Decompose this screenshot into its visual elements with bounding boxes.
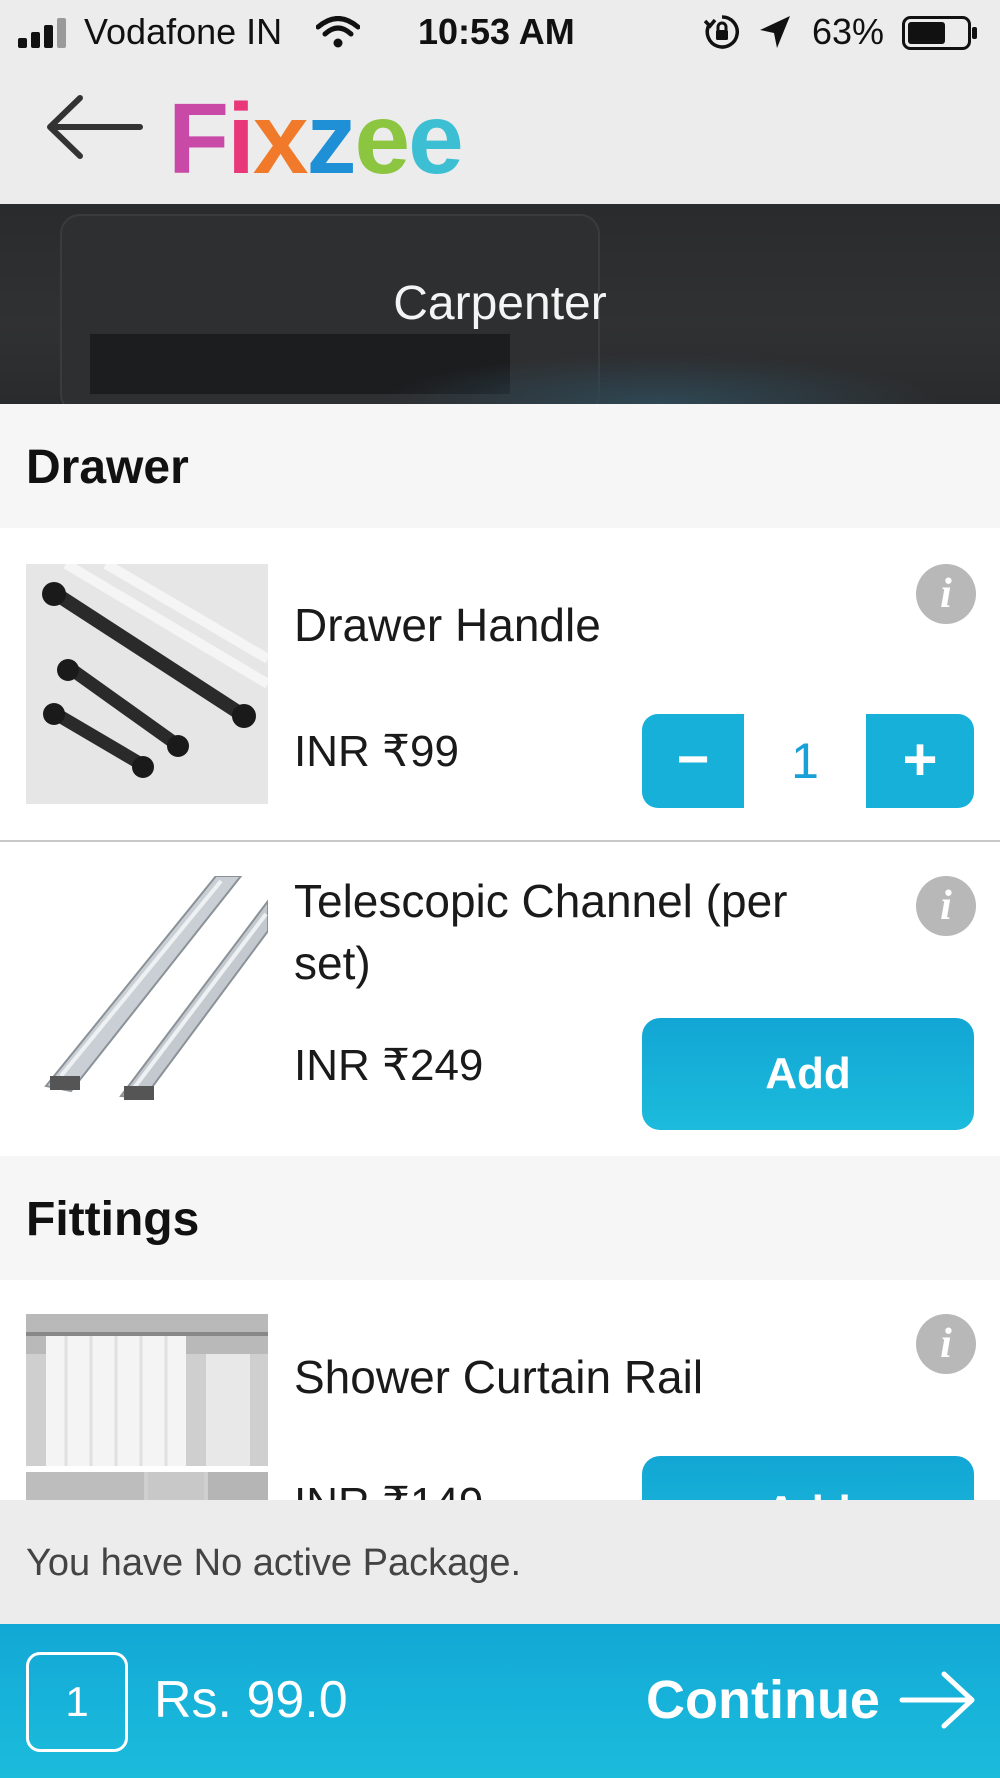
logo-letter: i [227, 83, 255, 195]
increment-button[interactable]: + [866, 714, 974, 808]
carrier-name: Vodafone IN [84, 11, 283, 52]
logo-letter: e [408, 83, 464, 195]
section-header-fittings: Fittings [0, 1156, 1000, 1280]
back-arrow-icon[interactable] [44, 92, 144, 162]
wifi-icon [316, 16, 360, 48]
section-title: Drawer [26, 441, 189, 494]
location-arrow-icon [760, 16, 790, 48]
app-header: Fixzee [0, 64, 1000, 204]
logo-letter: F [168, 83, 229, 195]
clock: 10:53 AM [418, 11, 575, 52]
add-button[interactable]: Add [642, 1018, 974, 1130]
logo-letter: z [306, 83, 357, 195]
product-item-telescopic-channel: Telescopic Channel (per set) INR ₹249 i … [0, 842, 1000, 1158]
quantity-stepper: − 1 + [642, 714, 974, 808]
quantity-value: 1 [744, 714, 866, 808]
product-price: INR ₹99 [294, 727, 459, 776]
fixzee-logo: Fixzee [168, 83, 464, 195]
battery-icon [902, 16, 977, 50]
product-price: INR ₹149 [294, 1476, 483, 1500]
cart-item-count: 1 [26, 1652, 128, 1752]
arrow-right-icon[interactable] [898, 1668, 978, 1732]
section-title: Fittings [26, 1193, 200, 1246]
category-banner: Carpenter [0, 204, 1000, 404]
product-image-shower-curtain-rail [26, 1314, 268, 1500]
rotation-lock-icon [704, 15, 739, 49]
logo-letter: e [354, 83, 411, 195]
product-price: INR ₹249 [294, 1041, 484, 1090]
section-header-drawer: Drawer [0, 404, 1000, 528]
info-icon[interactable]: i [916, 876, 976, 936]
product-image-drawer-handle [26, 564, 268, 804]
product-item-drawer-handle: Drawer Handle INR ₹99 i − 1 + [0, 528, 1000, 840]
package-notice: You have No active Package. [26, 1542, 522, 1584]
cart-total: Rs. 99.0 [154, 1671, 348, 1729]
product-image-telescopic-channel [26, 876, 268, 1116]
battery-percentage: 63% [812, 11, 885, 52]
product-item-shower-curtain-rail: Shower Curtain Rail INR ₹149 i Add [0, 1280, 1000, 1500]
logo-letter: x [252, 83, 309, 195]
checkout-bar[interactable]: 1 Rs. 99.0 Continue [0, 1624, 1000, 1778]
signal-icon [18, 16, 70, 48]
package-notice-bar: You have No active Package. [0, 1500, 1000, 1624]
info-icon[interactable]: i [916, 1314, 976, 1374]
status-bar: Vodafone IN 10:53 AM 63% [0, 0, 1000, 64]
continue-button[interactable]: Continue [646, 1670, 880, 1730]
decrement-button[interactable]: − [642, 714, 744, 808]
add-button[interactable]: Add [642, 1456, 974, 1500]
product-name: Shower Curtain Rail [294, 1351, 704, 1403]
product-name: Telescopic Channel (per set) [294, 875, 788, 989]
info-icon[interactable]: i [916, 564, 976, 624]
product-name: Drawer Handle [294, 599, 601, 651]
category-title: Carpenter [393, 277, 607, 330]
